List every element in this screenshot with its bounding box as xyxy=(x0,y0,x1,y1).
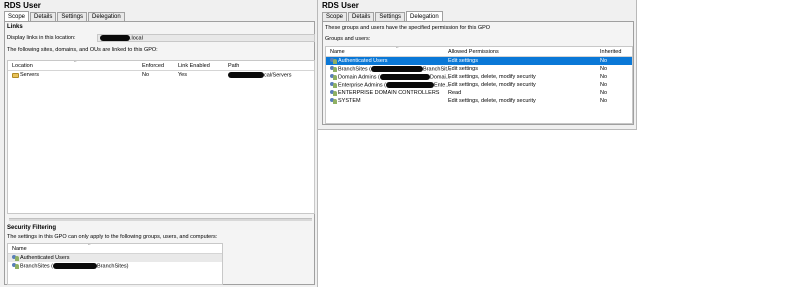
pane-splitter[interactable] xyxy=(9,218,312,221)
security-filtering-heading: Security Filtering xyxy=(7,225,57,231)
scope-tab-body: Links Display links in this location: .l… xyxy=(4,21,315,285)
group-icon xyxy=(330,66,337,72)
permission-cell: Edit settings, delete, modify security xyxy=(448,98,536,104)
column-path[interactable]: Path xyxy=(228,63,239,69)
groups-users-label: Groups and users: xyxy=(325,36,371,42)
list-item[interactable]: BranchSites ( BranchSites) xyxy=(8,262,222,270)
inherited-cell: No xyxy=(600,90,608,96)
inherited-cell: No xyxy=(600,98,608,104)
enforced-cell: No xyxy=(142,72,150,78)
permission-cell: Edit settings, delete, modify security xyxy=(448,82,536,88)
permission-cell: Edit settings, delete, modify security xyxy=(448,74,536,80)
delegation-name-cell: ENTERPRISE DOMAIN CONTROLLERS xyxy=(330,90,439,96)
column-name[interactable]: Name xyxy=(330,49,345,55)
links-list[interactable]: ^ Location Enforced Link Enabled Path Se… xyxy=(7,60,315,214)
links-heading: Links xyxy=(7,24,23,30)
ou-icon xyxy=(12,73,19,78)
security-name-text: Authenticated Users xyxy=(20,255,70,261)
location-text: Servers xyxy=(20,72,39,78)
sort-ascending-icon: ^ xyxy=(74,60,77,66)
table-row[interactable]: Enterprise Admins (Ente... Edit settings,… xyxy=(326,81,632,89)
path-suffix: cal/Servers xyxy=(264,72,292,79)
group-icon xyxy=(330,58,337,64)
column-location[interactable]: Location xyxy=(12,63,33,69)
table-row[interactable]: ENTERPRISE DOMAIN CONTROLLERS Read No xyxy=(326,89,632,97)
permission-cell: Edit settings xyxy=(448,58,478,64)
table-row[interactable]: SYSTEM Edit settings, delete, modify secu… xyxy=(326,97,632,105)
delegation-name-cell: Authenticated Users xyxy=(330,58,388,64)
display-links-label: Display links in this location: xyxy=(7,35,76,41)
delegation-name-prefix: Authenticated Users xyxy=(338,58,388,64)
permission-cell: Read xyxy=(448,90,462,96)
column-inherited[interactable]: Inherited xyxy=(600,49,621,55)
gpo-title: RDS User xyxy=(322,1,359,10)
delegation-name-cell: SYSTEM xyxy=(330,98,361,104)
security-name-cell: Authenticated Users xyxy=(12,255,70,261)
delegation-name-cell: BranchSites (BranchSit... xyxy=(330,66,451,72)
security-name-suffix: BranchSites) xyxy=(97,263,129,270)
delegation-list[interactable]: ^ Name Allowed Permissions Inherited Aut… xyxy=(325,46,633,124)
group-icon xyxy=(330,98,337,104)
list-item[interactable]: Authenticated Users xyxy=(8,254,222,262)
security-filtering-list[interactable]: ^ Name Authenticated Users BranchSites (… xyxy=(7,243,223,285)
security-filtering-desc: The settings in this GPO can only apply … xyxy=(7,234,218,240)
delegation-list-header: ^ Name Allowed Permissions Inherited xyxy=(326,47,632,57)
permission-cell: Edit settings xyxy=(448,66,478,72)
group-icon xyxy=(330,90,337,96)
delegation-name-prefix: ENTERPRISE DOMAIN CONTROLLERS xyxy=(338,90,440,96)
delegation-name-prefix: Domain Admins ( xyxy=(338,74,380,81)
group-icon xyxy=(12,255,19,261)
gpo-title: RDS User xyxy=(4,1,41,10)
inherited-cell: No xyxy=(600,74,608,80)
sort-ascending-icon: ^ xyxy=(396,46,399,52)
location-cell: Servers xyxy=(12,72,39,78)
inherited-cell: No xyxy=(600,66,608,72)
security-list-header: ^ Name xyxy=(8,244,222,254)
redacted-domain xyxy=(100,35,130,41)
column-name[interactable]: Name xyxy=(12,246,27,252)
table-row[interactable]: Domain Admins (Domai... Edit settings, de… xyxy=(326,73,632,81)
delegation-name-prefix: Enterprise Admins ( xyxy=(338,82,386,89)
path-cell: cal/Servers xyxy=(228,72,292,78)
delegation-tab-body: These groups and users have the specifie… xyxy=(322,21,634,125)
delegation-name-cell: Enterprise Admins (Ente... xyxy=(330,82,450,88)
redacted-domain xyxy=(53,263,98,269)
inherited-cell: No xyxy=(600,82,608,88)
linked-locations-label: The following sites, domains, and OUs ar… xyxy=(7,47,158,53)
delegation-rows: Authenticated Users Edit settings No Branch… xyxy=(326,57,632,105)
group-icon xyxy=(330,82,337,88)
delegation-name-prefix: SYSTEM xyxy=(338,98,361,104)
table-row[interactable]: Servers No Yes cal/Servers xyxy=(8,71,314,79)
redacted-domain xyxy=(386,82,434,88)
redacted-path xyxy=(228,72,264,78)
security-name-prefix: BranchSites ( xyxy=(20,263,54,270)
display-links-location-field[interactable]: .local xyxy=(97,34,315,42)
group-icon xyxy=(12,263,19,269)
delegation-desc: These groups and users have the specifie… xyxy=(325,25,491,31)
table-row[interactable]: Authenticated Users Edit settings No xyxy=(326,57,632,65)
table-row[interactable]: BranchSites (BranchSit... Edit settings No xyxy=(326,65,632,73)
security-name-cell: BranchSites ( BranchSites) xyxy=(12,263,129,269)
delegation-name-prefix: BranchSites ( xyxy=(338,66,372,73)
display-links-location-suffix: .local xyxy=(130,35,143,42)
sort-ascending-icon: ^ xyxy=(88,243,91,249)
column-allowed-permissions[interactable]: Allowed Permissions xyxy=(448,49,499,55)
delegation-name-cell: Domain Admins (Domai... xyxy=(330,74,450,80)
gpo-delegation-pane: RDS User Scope Details Settings Delegati… xyxy=(318,0,637,130)
redacted-domain xyxy=(379,74,430,80)
column-link-enabled[interactable]: Link Enabled xyxy=(178,63,210,69)
links-list-header: ^ Location Enforced Link Enabled Path xyxy=(8,61,314,71)
link-enabled-cell: Yes xyxy=(178,72,187,78)
gpo-scope-pane: RDS User Scope Details Settings Delegati… xyxy=(0,0,318,287)
inherited-cell: No xyxy=(600,58,608,64)
column-enforced[interactable]: Enforced xyxy=(142,63,164,69)
group-icon xyxy=(330,74,337,80)
redacted-domain xyxy=(371,66,424,72)
